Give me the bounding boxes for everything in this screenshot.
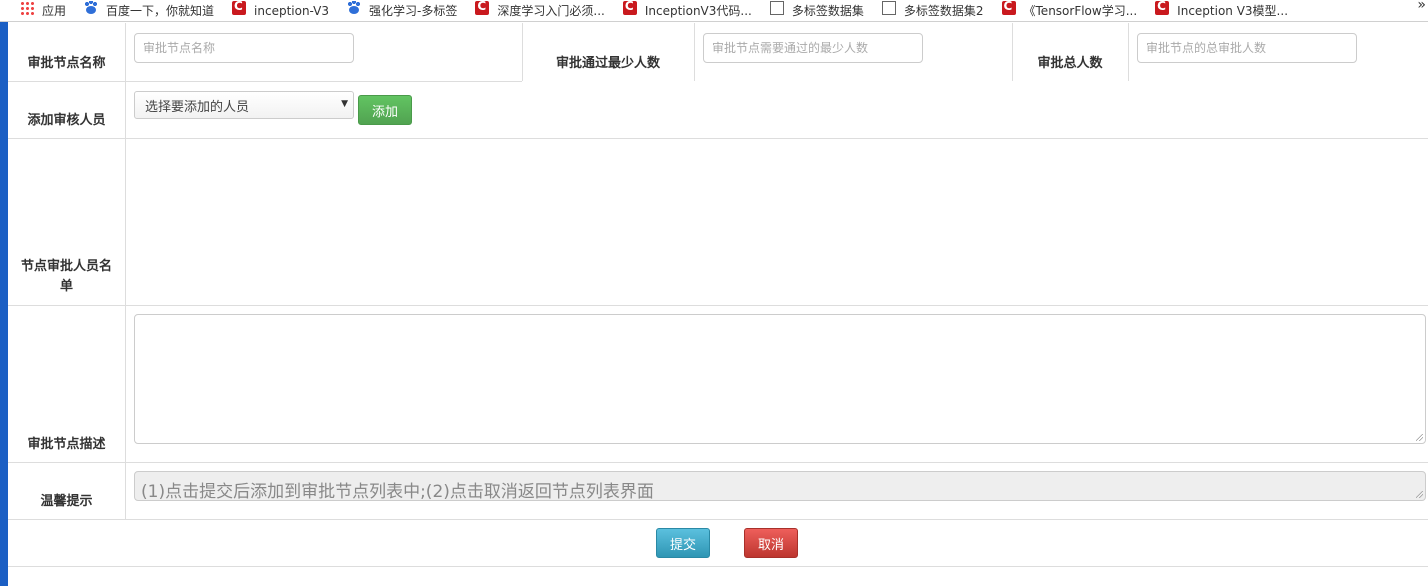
bookmark-dl-intro[interactable]: 深度学习入门必须... [475,0,605,21]
csdn-icon [1001,0,1016,15]
divider [8,566,1428,567]
node-name-input[interactable] [134,33,354,63]
bookmark-multilabel-dataset-2[interactable]: 多标签数据集2 [881,0,984,21]
caret-down-icon: ▼ [341,99,348,109]
baidu-paw-icon [84,0,98,15]
min-pass-input[interactable] [703,33,923,63]
cancel-button[interactable]: 取消 [744,528,798,558]
reviewer-list-label: 节点审批人员名单 [8,138,125,305]
description-textarea[interactable] [134,314,1426,444]
divider [8,462,1428,463]
min-pass-label: 审批通过最少人数 [555,56,660,71]
total-reviewers-input[interactable] [1137,33,1357,63]
csdn-icon [622,0,637,15]
bookmark-multilabel-dataset[interactable]: 多标签数据集 [769,0,864,21]
add-reviewer-label: 添加审核人员 [27,113,106,128]
divider [8,305,1428,306]
resize-grip-icon[interactable] [1416,434,1423,441]
bookmark-rl-multilabel[interactable]: 强化学习-多标签 [347,0,457,21]
reviewer-select-value: 选择要添加的人员 [145,99,250,115]
bookmarks-bar: 应用 百度一下，你就知道 inception-V3 强化学习-多标签 深度学习入… [0,0,1428,22]
node-name-label: 审批节点名称 [27,56,106,71]
divider [694,23,695,81]
bookmark-baidu[interactable]: 百度一下，你就知道 [84,0,214,21]
bookmark-inception-v3[interactable]: inception-V3 [232,0,329,21]
resize-grip-icon[interactable] [1416,491,1423,498]
submit-button[interactable]: 提交 [656,528,710,558]
document-icon [769,0,784,15]
bookmarks-overflow-button[interactable]: » [1417,0,1426,13]
bookmark-inception-v3-model[interactable]: Inception V3模型... [1155,0,1288,21]
csdn-icon [232,0,247,15]
divider [8,519,1428,520]
tip-label: 温馨提示 [40,494,93,509]
bookmark-inceptionv3-code[interactable]: InceptionV3代码... [622,0,752,21]
document-icon [881,0,896,15]
add-reviewer-button[interactable]: 添加 [358,95,412,125]
bookmark-tensorflow[interactable]: 《TensorFlow学习... [1001,0,1137,21]
left-accent-strip [0,22,8,586]
divider [1128,23,1129,81]
tip-textarea: (1)点击提交后添加到审批节点列表中;(2)点击取消返回节点列表界面 [134,471,1426,502]
total-reviewers-label: 审批总人数 [1037,56,1103,71]
csdn-icon [475,0,490,15]
reviewer-list-label-text: 节点审批人员名单 [20,259,112,294]
description-label: 审批节点描述 [27,437,106,452]
csdn-icon [1155,0,1170,15]
baidu-paw-icon [347,0,361,15]
tip-text: (1)点击提交后添加到审批节点列表中;(2)点击取消返回节点列表界面 [141,482,654,502]
reviewer-list-area [126,139,1428,305]
reviewer-select[interactable]: 选择要添加的人员 ▼ [134,91,354,119]
apps-grid-icon [20,0,34,15]
bookmark-apps[interactable]: 应用 [20,0,66,21]
